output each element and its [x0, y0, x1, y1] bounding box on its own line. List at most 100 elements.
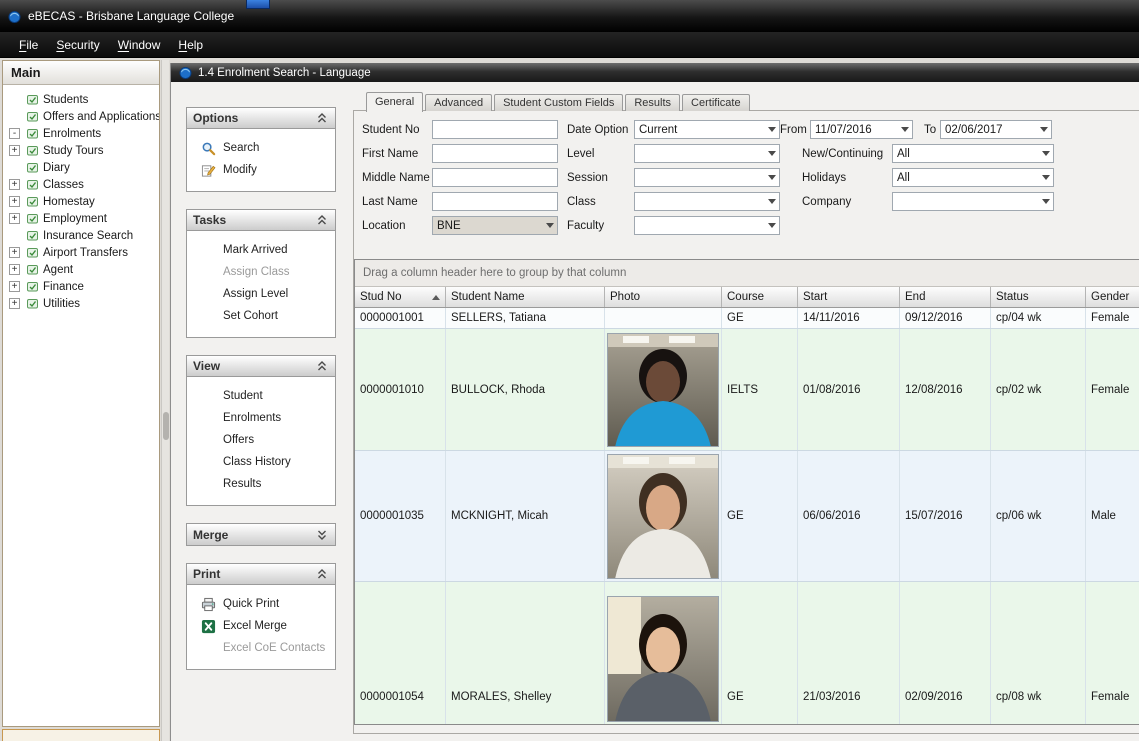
task-item-class-history[interactable]: Class History: [187, 451, 335, 473]
company-select[interactable]: [892, 192, 1054, 211]
column-header-stud-no[interactable]: Stud No: [355, 287, 446, 307]
menu-item-file[interactable]: File: [10, 35, 47, 55]
menu-item-security[interactable]: Security: [47, 35, 108, 55]
tab-results[interactable]: Results: [625, 94, 680, 111]
column-header-course[interactable]: Course: [722, 287, 798, 307]
group-by-bar[interactable]: Drag a column header here to group by th…: [355, 260, 1139, 287]
tree-expander-plus-icon[interactable]: +: [9, 196, 20, 207]
student-no-input[interactable]: [432, 120, 558, 139]
holidays-select[interactable]: All: [892, 168, 1054, 187]
task-item-assign-level[interactable]: Assign Level: [187, 283, 335, 305]
cell-status: cp/08 wk: [991, 582, 1086, 725]
tab-general[interactable]: General: [366, 92, 423, 112]
last-name-input[interactable]: [432, 192, 558, 211]
task-item-modify[interactable]: Modify: [187, 159, 335, 181]
column-header-gender[interactable]: Gender: [1086, 287, 1139, 307]
tab-certificate[interactable]: Certificate: [682, 94, 750, 111]
tree-expander-plus-icon[interactable]: +: [9, 145, 20, 156]
column-header-label: Gender: [1091, 291, 1129, 303]
grid-row-0000001010[interactable]: 0000001010BULLOCK, RhodaIELTS01/08/20161…: [355, 329, 1139, 451]
tree-item-employment[interactable]: +Employment: [3, 210, 159, 227]
task-item-excel-merge[interactable]: Excel Merge: [187, 615, 335, 637]
section-header-options[interactable]: Options: [187, 108, 335, 129]
chevron-double-down-icon[interactable]: [315, 528, 329, 542]
tree-item-study-tours[interactable]: +Study Tours: [3, 142, 159, 159]
task-item-set-cohort[interactable]: Set Cohort: [187, 305, 335, 327]
task-item-enrolments[interactable]: Enrolments: [187, 407, 335, 429]
child-window-body: Options Search Modify Tasks Mark Arrived Assi…: [171, 82, 1139, 741]
section-header-tasks[interactable]: Tasks: [187, 210, 335, 231]
chevron-double-up-icon[interactable]: [315, 567, 329, 581]
column-header-student-name[interactable]: Student Name: [446, 287, 605, 307]
section-header-print[interactable]: Print: [187, 564, 335, 585]
background-window-fragment: [246, 0, 270, 9]
tab-page-general: Student No First Name Middle Name Last N…: [353, 110, 1139, 734]
tree-item-finance[interactable]: +Finance: [3, 278, 159, 295]
grid-row-0000001001[interactable]: 0000001001SELLERS, TatianaGE14/11/201609…: [355, 308, 1139, 329]
tree-expander-plus-icon[interactable]: +: [9, 247, 20, 258]
main-vertical-scrollbar[interactable]: [161, 60, 169, 741]
tree-item-students[interactable]: Students: [3, 91, 159, 108]
tree-item-homestay[interactable]: +Homestay: [3, 193, 159, 210]
tree-item-diary[interactable]: Diary: [3, 159, 159, 176]
section-title: Merge: [193, 528, 228, 542]
tree-item-content: Employment: [23, 211, 159, 226]
tree-item-enrolments[interactable]: -Enrolments: [3, 125, 159, 142]
tab-advanced[interactable]: Advanced: [425, 94, 492, 111]
grid-row-0000001035[interactable]: 0000001035MCKNIGHT, MicahGE06/06/201615/…: [355, 451, 1139, 582]
tree-item-agent[interactable]: +Agent: [3, 261, 159, 278]
tree-expander-plus-icon[interactable]: +: [9, 213, 20, 224]
tree-expander-plus-icon[interactable]: +: [9, 298, 20, 309]
section-header-merge[interactable]: Merge: [187, 524, 335, 545]
task-item-quick-print[interactable]: Quick Print: [187, 593, 335, 615]
cell-stud-no: 0000001001: [355, 308, 446, 328]
location-select[interactable]: BNE: [432, 216, 558, 235]
task-item-label: Enrolments: [223, 412, 281, 424]
column-header-end[interactable]: End: [900, 287, 991, 307]
chevron-double-up-icon[interactable]: [315, 213, 329, 227]
scrollbar-thumb[interactable]: [163, 412, 169, 440]
date-option-label: Date Option: [567, 121, 628, 139]
menu-item-window[interactable]: Window: [109, 35, 170, 55]
tree-expander-minus-icon[interactable]: -: [9, 128, 20, 139]
task-item-results[interactable]: Results: [187, 473, 335, 495]
column-header-start[interactable]: Start: [798, 287, 900, 307]
first-name-input[interactable]: [432, 144, 558, 163]
from-date-select[interactable]: 11/07/2016: [810, 120, 913, 139]
tree-item-classes[interactable]: +Classes: [3, 176, 159, 193]
to-date-select[interactable]: 02/06/2017: [940, 120, 1052, 139]
tree-item-airport-transfers[interactable]: +Airport Transfers: [3, 244, 159, 261]
sidebar-bottom-panel[interactable]: [2, 729, 160, 741]
task-item-label: Modify: [223, 164, 257, 176]
faculty-select[interactable]: [634, 216, 780, 235]
student-photo: [607, 596, 719, 722]
tab-student-custom-fields[interactable]: Student Custom Fields: [494, 94, 623, 111]
task-item-search[interactable]: Search: [187, 137, 335, 159]
tree-item-utilities[interactable]: +Utilities: [3, 295, 159, 312]
child-window-titlebar[interactable]: 1.4 Enrolment Search - Language: [171, 63, 1139, 82]
tree-expander-plus-icon[interactable]: +: [9, 264, 20, 275]
task-item-student[interactable]: Student: [187, 385, 335, 407]
level-select[interactable]: [634, 144, 780, 163]
new-continuing-select[interactable]: All: [892, 144, 1054, 163]
tree-expander-plus-icon[interactable]: +: [9, 281, 20, 292]
middle-name-input[interactable]: [432, 168, 558, 187]
task-item-mark-arrived[interactable]: Mark Arrived: [187, 239, 335, 261]
tree-item-insurance-search[interactable]: Insurance Search: [3, 227, 159, 244]
column-header-status[interactable]: Status: [991, 287, 1086, 307]
section-header-view[interactable]: View: [187, 356, 335, 377]
date-option-select[interactable]: Current: [634, 120, 780, 139]
session-select[interactable]: [634, 168, 780, 187]
tree-expander-plus-icon[interactable]: +: [9, 179, 20, 190]
class-select[interactable]: [634, 192, 780, 211]
window-titlebar[interactable]: eBECAS - Brisbane Language College: [0, 0, 1139, 32]
chevron-double-up-icon[interactable]: [315, 359, 329, 373]
grid-row-0000001054[interactable]: 0000001054MORALES, ShelleyGE21/03/201602…: [355, 582, 1139, 725]
menu-item-help[interactable]: Help: [169, 35, 212, 55]
chevron-double-up-icon[interactable]: [315, 111, 329, 125]
tree-item-offers-and-applications[interactable]: Offers and Applications: [3, 108, 159, 125]
workspace: Main StudentsOffers and Applications-Enr…: [0, 58, 1139, 741]
task-item-offers[interactable]: Offers: [187, 429, 335, 451]
column-header-photo[interactable]: Photo: [605, 287, 722, 307]
faculty-label: Faculty: [567, 217, 604, 235]
